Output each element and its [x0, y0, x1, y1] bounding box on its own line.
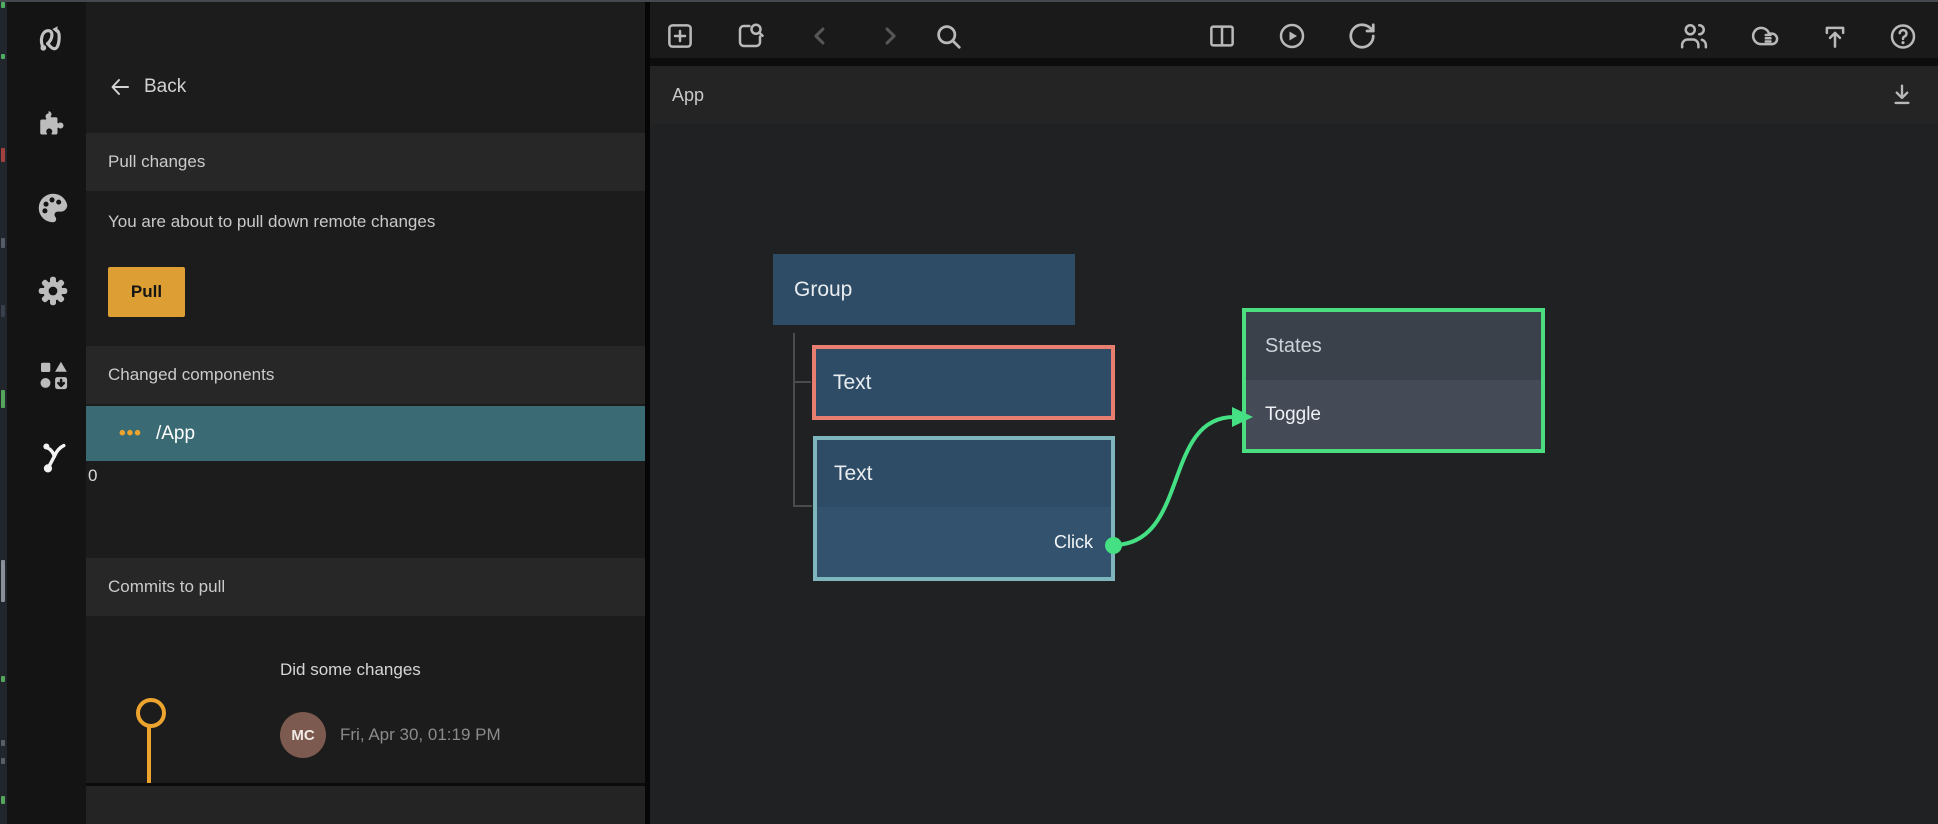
- window-top-border: [0, 0, 1938, 2]
- noodl-logo-icon[interactable]: [33, 18, 73, 58]
- app-window: { "sidebar": { "icons": [ {"name": "nood…: [0, 0, 1938, 824]
- hierarchy-connector-stub: [793, 381, 811, 383]
- edge-mark: [1, 390, 5, 408]
- nav-forward-icon[interactable]: [875, 21, 905, 51]
- settings-gear-icon[interactable]: [33, 271, 73, 311]
- stray-zero-text: 0: [88, 466, 97, 486]
- node-graph-canvas[interactable]: App Group Text Text Click States Toggle: [650, 0, 1938, 824]
- deploy-push-icon[interactable]: [1820, 21, 1850, 51]
- edge-mark: [1, 2, 5, 8]
- edge-mark: [1, 305, 5, 317]
- refresh-icon[interactable]: [1347, 21, 1377, 51]
- canvas-title: App: [672, 66, 704, 124]
- edge-mark: [1, 740, 5, 746]
- hierarchy-connector-vertical: [793, 333, 795, 507]
- panel-canvas-divider: [645, 0, 650, 824]
- changed-component-item-app[interactable]: ••• /App: [86, 406, 645, 461]
- commit-entry[interactable]: Did some changes MC Fri, Apr 30, 01:19 P…: [86, 616, 645, 783]
- commits-to-pull-title: Commits to pull: [108, 577, 225, 596]
- edge-scrollbar-thumb: [1, 560, 5, 602]
- split-view-icon[interactable]: [1207, 21, 1237, 51]
- help-icon[interactable]: [1888, 21, 1918, 51]
- add-node-icon[interactable]: [665, 21, 695, 51]
- edge-mark: [1, 54, 5, 59]
- commit-timestamp: Fri, Apr 30, 01:19 PM: [340, 725, 501, 745]
- canvas-header: App: [650, 66, 1938, 124]
- pull-description: You are about to pull down remote change…: [108, 212, 435, 232]
- panel-next-section: [86, 786, 645, 824]
- pull-changes-title: Pull changes: [108, 152, 205, 171]
- output-port-dot[interactable]: [1105, 537, 1122, 554]
- components-shapes-icon[interactable]: [33, 355, 73, 395]
- run-preview-play-icon[interactable]: [1277, 21, 1307, 51]
- node-group-label: Group: [773, 254, 1075, 325]
- pull-button[interactable]: Pull: [108, 267, 185, 317]
- edge-mark: [1, 238, 5, 248]
- styles-palette-icon[interactable]: [33, 188, 73, 228]
- changed-component-label: /App: [156, 423, 195, 445]
- pull-changes-header: Pull changes: [86, 133, 645, 191]
- edge-mark: [1, 796, 5, 804]
- sidebar-icon-rail: [7, 0, 86, 824]
- node-text-b-label: Text: [834, 462, 873, 485]
- version-control-panel: Back Pull changes You are about to pull …: [86, 0, 645, 824]
- node-input-port-toggle[interactable]: Toggle: [1246, 380, 1541, 449]
- commit-message: Did some changes: [280, 660, 421, 680]
- edge-mark: [1, 148, 5, 162]
- arrow-left-icon: [108, 75, 132, 99]
- version-control-branch-icon[interactable]: [33, 437, 73, 477]
- commit-author-avatar: MC: [280, 712, 326, 758]
- search-icon[interactable]: [933, 21, 963, 51]
- node-group[interactable]: Group: [773, 254, 1075, 325]
- node-states-label: States: [1246, 312, 1541, 380]
- node-output-port-click[interactable]: Click: [817, 507, 1111, 577]
- back-label: Back: [144, 76, 186, 98]
- changed-components-title: Changed components: [108, 365, 274, 384]
- canvas-toolbar: [650, 0, 1938, 66]
- edge-mark: [1, 676, 5, 682]
- search-components-icon[interactable]: [735, 21, 765, 51]
- nav-back-icon[interactable]: [805, 21, 835, 51]
- hierarchy-connector-stub: [793, 505, 812, 507]
- plugins-puzzle-icon[interactable]: [33, 104, 73, 144]
- node-text-selected[interactable]: Text Click: [813, 436, 1115, 581]
- node-text-selected-remote[interactable]: Text: [812, 345, 1115, 420]
- changed-components-header: Changed components: [86, 346, 645, 404]
- editor-edge-strip: [0, 0, 7, 824]
- commit-timeline-node: [136, 698, 166, 728]
- collaborators-users-icon[interactable]: [1679, 21, 1709, 51]
- cloud-services-icon[interactable]: [1750, 21, 1780, 51]
- node-states-incoming[interactable]: States Toggle: [1242, 308, 1545, 453]
- commit-timeline-line: [147, 724, 151, 783]
- back-button[interactable]: Back: [86, 60, 645, 114]
- commits-to-pull-header: Commits to pull: [86, 558, 645, 616]
- node-text-a-label: Text: [816, 349, 1111, 416]
- edge-mark: [1, 758, 5, 764]
- download-icon[interactable]: [1888, 81, 1916, 109]
- changed-dots-icon: •••: [119, 423, 142, 445]
